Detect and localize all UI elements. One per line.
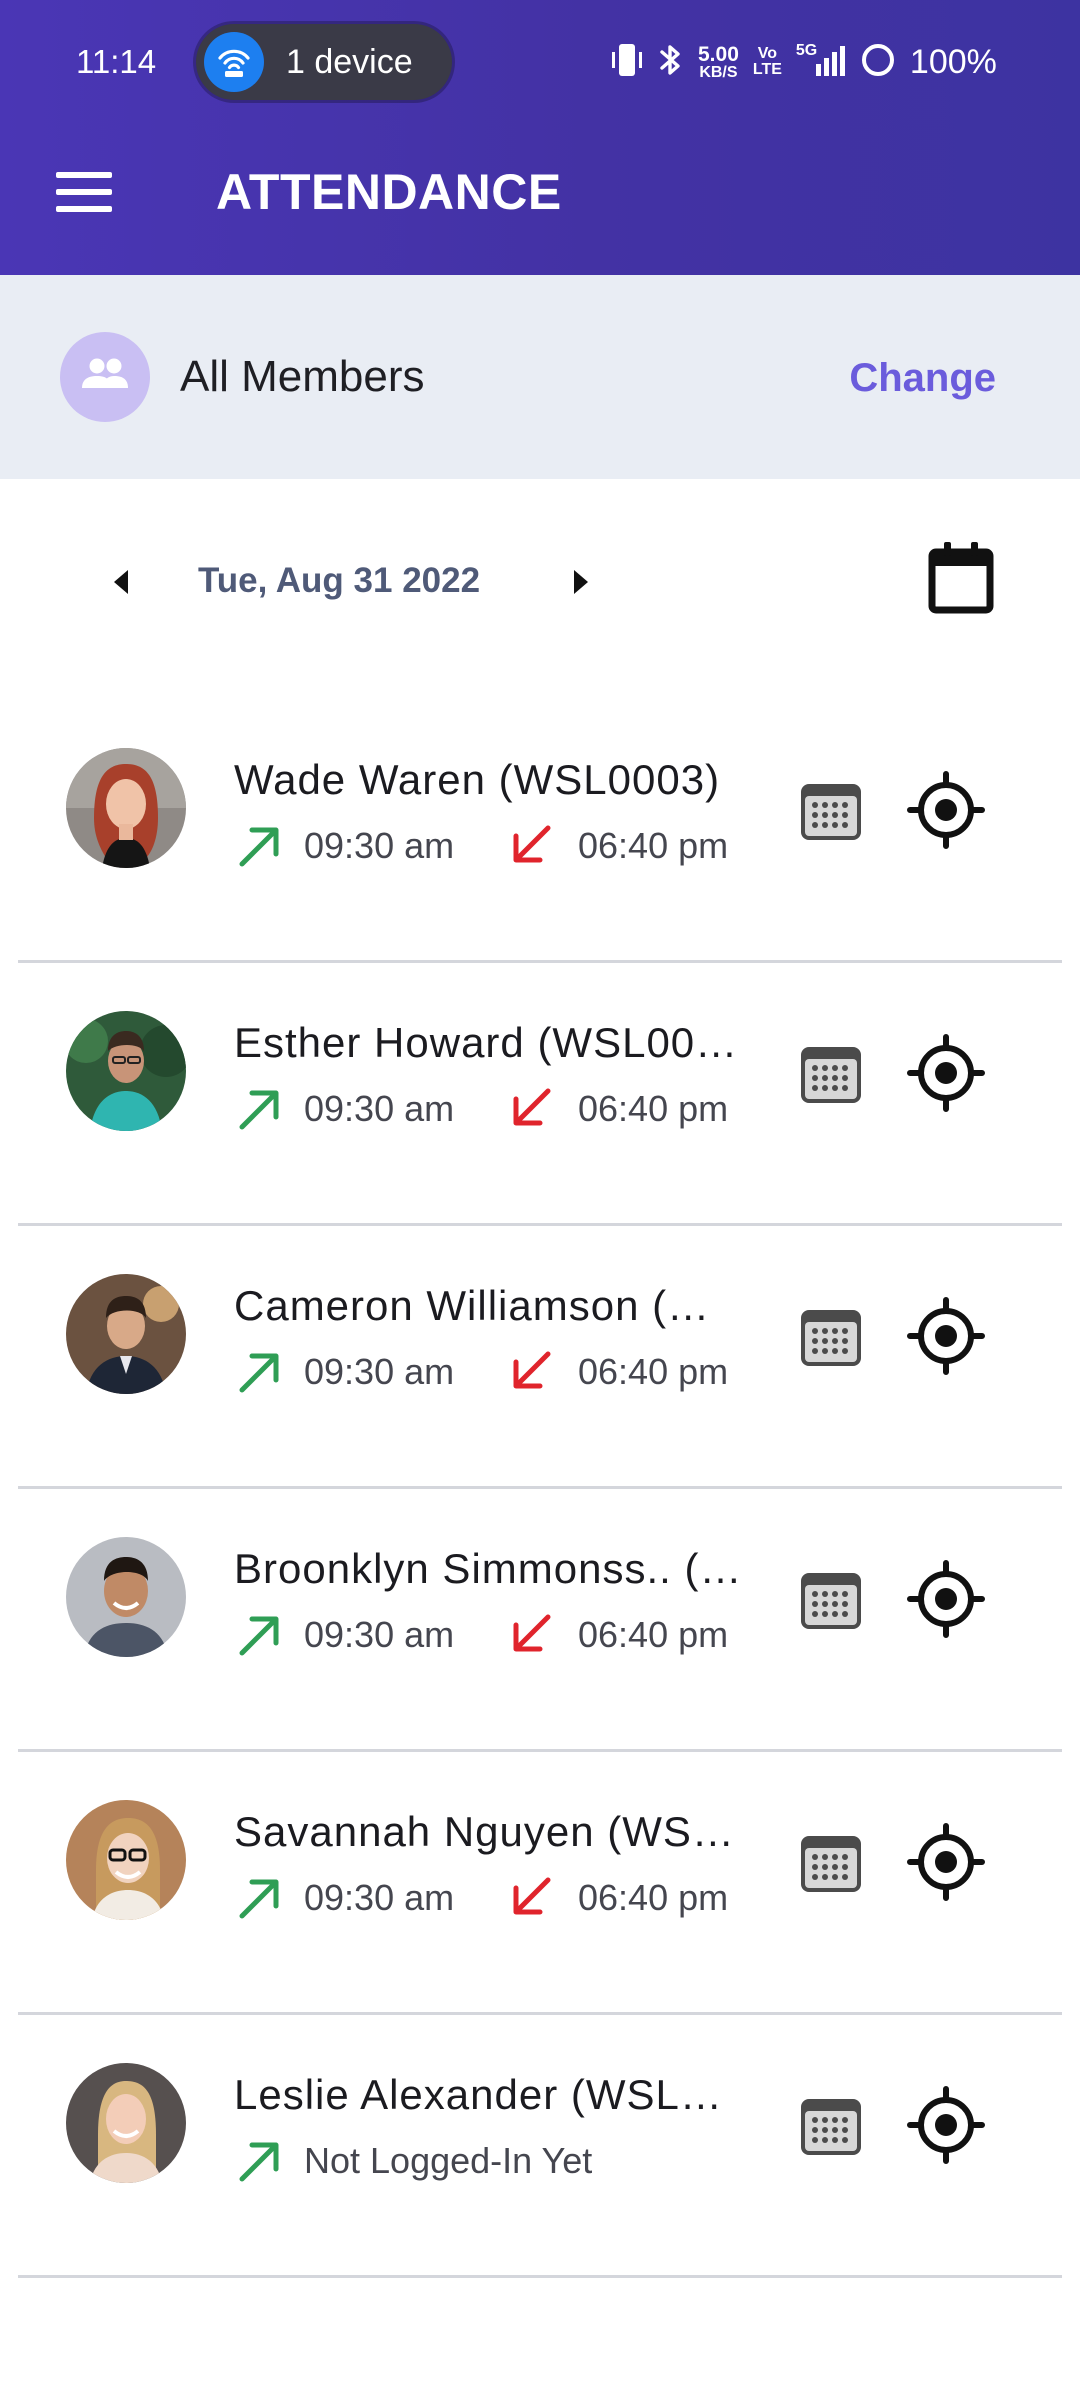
check-out-time: 06:40 pm: [578, 1351, 729, 1392]
calendar-icon[interactable]: [926, 540, 996, 616]
list-item[interactable]: Leslie Alexander (WSL0… Not Logged-In Ye…: [0, 2015, 1080, 2278]
check-out-time: 06:40 pm: [578, 1614, 729, 1655]
signal-icon: 5G: [796, 42, 846, 82]
location-target-icon[interactable]: [906, 1559, 986, 1639]
location-target-icon[interactable]: [906, 1033, 986, 1113]
member-filter-bar: All Members Change: [0, 275, 1080, 479]
member-name: Esther Howard (WSL00…: [234, 1019, 739, 1066]
location-target-icon[interactable]: [906, 1296, 986, 1376]
attendance-calendar-icon[interactable]: [796, 1302, 866, 1372]
attendance-calendar-icon[interactable]: [796, 2091, 866, 2161]
location-target-icon[interactable]: [906, 770, 986, 850]
caret-left-icon[interactable]: [98, 558, 146, 606]
check-in-arrow-icon: [232, 1344, 288, 1400]
check-in-time: 09:30 am: [304, 1088, 455, 1129]
check-in-time: 09:30 am: [304, 1351, 455, 1392]
battery-level: 100%: [909, 43, 997, 81]
app-header: 11:14 1 device 5.00 KB/S Vo LTE 5G 100% …: [0, 0, 1080, 275]
page-title: ATTENDANCE: [216, 164, 562, 220]
attendance-calendar-icon[interactable]: [796, 776, 866, 846]
list-item[interactable]: Esther Howard (WSL00… 09:30 am 06:40 pm: [0, 963, 1080, 1226]
avatar: [66, 1537, 186, 1657]
vibrate-icon: [610, 40, 644, 85]
avatar: [66, 1274, 186, 1394]
check-out-time: 06:40 pm: [578, 1877, 729, 1918]
location-target-icon[interactable]: [906, 1822, 986, 1902]
volte-indicator: Vo LTE: [753, 46, 782, 78]
list-item[interactable]: Savannah Nguyen (WSL… 09:30 am 06:40 pm: [0, 1752, 1080, 2015]
list-item[interactable]: Broonklyn Simmonss.. (… 09:30 am 06:40 p…: [0, 1489, 1080, 1752]
member-name: Savannah Nguyen (WSL…: [234, 1808, 744, 1855]
list-item[interactable]: Wade Waren (WSL0003) 09:30 am 06:40 pm: [0, 700, 1080, 963]
member-name: Cameron Williamson (…: [234, 1282, 711, 1329]
attendance-calendar-icon[interactable]: [796, 1565, 866, 1635]
filter-label: All Members: [180, 352, 425, 401]
check-in-arrow-icon: [232, 1607, 288, 1663]
check-in-time: 09:30 am: [304, 825, 455, 866]
check-out-time: 06:40 pm: [578, 1088, 729, 1129]
caret-right-icon[interactable]: [556, 558, 604, 606]
selected-date[interactable]: Tue, Aug 31 2022: [198, 558, 480, 604]
battery-icon: [860, 42, 896, 83]
date-navigator: Tue, Aug 31 2022: [0, 540, 1080, 622]
attendance-list: Wade Waren (WSL0003) 09:30 am 06:40 pm E…: [0, 700, 1080, 2278]
bluetooth-icon: [658, 40, 684, 85]
check-in-time: 09:30 am: [304, 1614, 455, 1655]
volte-top: Vo: [757, 45, 778, 62]
net-speed: 5.00 KB/S: [698, 44, 739, 81]
location-target-icon[interactable]: [906, 2085, 986, 2165]
check-out-arrow-icon: [504, 1081, 560, 1137]
avatar: [66, 748, 186, 868]
check-in-status: Not Logged-In Yet: [304, 2140, 593, 2181]
list-item[interactable]: Cameron Williamson (… 09:30 am 06:40 pm: [0, 1226, 1080, 1489]
hamburger-menu-icon[interactable]: [44, 158, 124, 226]
avatar: [66, 1011, 186, 1131]
check-in-arrow-icon: [232, 2133, 288, 2189]
check-out-arrow-icon: [504, 1344, 560, 1400]
divider: [18, 2275, 1062, 2278]
member-name: Broonklyn Simmonss.. (…: [234, 1545, 743, 1592]
check-in-time: 09:30 am: [304, 1877, 455, 1918]
status-time: 11:14: [76, 43, 157, 80]
volte-bottom: LTE: [752, 61, 782, 78]
avatar: [66, 1800, 186, 1920]
member-name: Leslie Alexander (WSL0…: [234, 2071, 744, 2118]
check-in-arrow-icon: [232, 1870, 288, 1926]
device-count: 1 device: [286, 43, 413, 81]
group-icon: [60, 332, 150, 422]
check-out-arrow-icon: [504, 818, 560, 874]
check-out-time: 06:40 pm: [578, 825, 729, 866]
attendance-calendar-icon[interactable]: [796, 1039, 866, 1109]
member-name: Wade Waren (WSL0003): [234, 756, 721, 803]
device-pill[interactable]: 1 device: [196, 24, 452, 100]
check-in-arrow-icon: [232, 818, 288, 874]
avatar: [66, 2063, 186, 2183]
change-button[interactable]: Change: [849, 353, 996, 403]
hotspot-icon: [204, 32, 264, 92]
net-speed-unit: KB/S: [699, 63, 738, 81]
check-in-arrow-icon: [232, 1081, 288, 1137]
check-out-arrow-icon: [504, 1607, 560, 1663]
status-icons: 5.00 KB/S Vo LTE 5G 100%: [610, 38, 997, 86]
check-out-arrow-icon: [504, 1870, 560, 1926]
attendance-calendar-icon[interactable]: [796, 1828, 866, 1898]
net-speed-value: 5.00: [698, 42, 739, 66]
